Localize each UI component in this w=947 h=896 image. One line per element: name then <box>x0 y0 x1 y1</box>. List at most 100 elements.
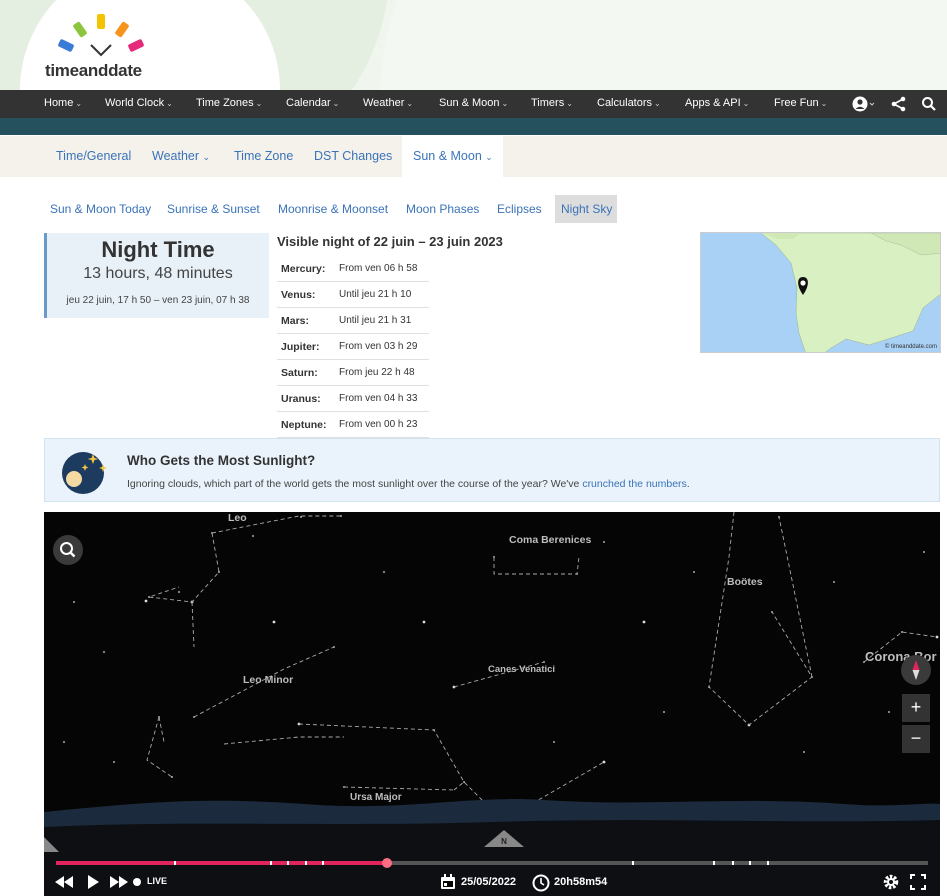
planet-row: Uranus: From ven 04 h 33 <box>277 386 429 412</box>
chevron-down-icon: ⌄ <box>166 99 173 108</box>
location-map[interactable]: © timeanddate.com <box>700 232 941 353</box>
compass-label: N <box>501 837 507 846</box>
tab-moon-phases[interactable]: Moon Phases <box>406 202 479 216</box>
live-dot-icon <box>133 878 141 886</box>
promo-text: Ignoring clouds, which part of the world… <box>127 478 690 490</box>
constellation-bootes: Boötes <box>727 576 763 588</box>
star <box>144 599 148 603</box>
chevron-down-icon: ⌄ <box>654 99 661 108</box>
subnav-weather[interactable]: Weather ⌄ <box>152 149 210 163</box>
compass-button[interactable] <box>901 655 931 685</box>
planet-visibility: From ven 06 h 58 <box>339 263 418 274</box>
star <box>935 635 939 639</box>
tab-sun-moon-today[interactable]: Sun & Moon Today <box>50 202 151 216</box>
timeline-tick <box>631 861 634 865</box>
chevron-down-icon: ⌄ <box>255 99 263 108</box>
settings-gear-icon[interactable] <box>882 873 900 891</box>
globe-stars-icon <box>62 452 107 494</box>
planet-name: Neptune: <box>281 419 327 431</box>
star <box>693 571 695 573</box>
fullscreen-icon[interactable] <box>910 874 926 890</box>
time-display[interactable]: 20h58m54 <box>554 876 607 888</box>
planet-name: Uranus: <box>281 393 321 405</box>
planet-name: Jupiter: <box>281 341 320 353</box>
planet-row: Mars: Until jeu 21 h 31 <box>277 308 429 334</box>
night-time-box: Night Time 13 hours, 48 minutes jeu 22 j… <box>44 233 269 318</box>
star <box>383 571 385 573</box>
promo-title: Who Gets the Most Sunlight? <box>127 453 316 468</box>
nav-apps-api[interactable]: Apps & API ⌄ <box>685 97 749 109</box>
planet-name: Saturn: <box>281 367 318 379</box>
clock-icon[interactable] <box>532 874 550 892</box>
promo-link[interactable]: crunched the numbers <box>582 478 686 490</box>
star <box>642 620 646 624</box>
nav-free-fun[interactable]: Free Fun ⌄ <box>774 97 827 109</box>
chevron-down-icon: ⌄ <box>566 99 573 108</box>
star <box>923 551 925 553</box>
tab-sunrise-sunset[interactable]: Sunrise & Sunset <box>167 202 260 216</box>
timeline-tick <box>749 861 752 865</box>
subnav-time-zone[interactable]: Time Zone <box>234 149 293 163</box>
sky-search-button[interactable] <box>53 535 83 565</box>
nav-timers[interactable]: Timers ⌄ <box>531 97 573 109</box>
star <box>218 571 220 573</box>
nav-weather[interactable]: Weather ⌄ <box>363 97 413 109</box>
star <box>833 581 835 583</box>
logo-text[interactable]: timeanddate <box>45 61 142 81</box>
star <box>113 761 115 763</box>
subnav-dst-changes[interactable]: DST Changes <box>314 149 392 163</box>
share-icon[interactable] <box>891 96 907 112</box>
planet-visibility: From jeu 22 h 48 <box>339 367 415 378</box>
calendar-icon[interactable] <box>440 874 456 890</box>
timeline-tick <box>269 861 272 865</box>
night-sky-viewer[interactable]: N Leo Coma Berenices Boötes Corona Bor C… <box>44 512 940 896</box>
header-hero: timeanddate <box>0 0 947 90</box>
chevron-down-icon: ⌄ <box>202 152 211 162</box>
star <box>888 711 890 713</box>
star <box>63 741 65 743</box>
timeline-tick <box>173 861 176 865</box>
zoom-out-button[interactable]: − <box>902 725 930 753</box>
planet-visibility: Until jeu 21 h 10 <box>339 289 412 300</box>
night-range: jeu 22 juin, 17 h 50 – ven 23 juin, 07 h… <box>66 295 250 306</box>
fast-forward-icon[interactable] <box>109 875 129 889</box>
nav-home[interactable]: Home ⌄ <box>44 97 82 109</box>
nav-world-clock[interactable]: World Clock ⌄ <box>105 97 173 109</box>
subnav-time-general[interactable]: Time/General <box>56 149 131 163</box>
star <box>103 651 105 653</box>
account-icon[interactable] <box>852 96 876 112</box>
constellation-coma-berenices: Coma Berenices <box>509 534 592 546</box>
subnav-sun-moon[interactable]: Sun & Moon ⌄ <box>413 149 493 163</box>
timeline-tick <box>321 861 324 865</box>
search-icon <box>60 542 76 558</box>
rewind-icon[interactable] <box>54 875 74 889</box>
nav-sun-moon[interactable]: Sun & Moon ⌄ <box>439 97 508 109</box>
visible-title: Visible night of 22 juin – 23 juin 2023 <box>277 234 503 249</box>
star <box>553 741 555 743</box>
play-icon[interactable] <box>86 875 100 889</box>
constellation-leo-minor: Leo Minor <box>243 674 294 686</box>
tab-eclipses[interactable]: Eclipses <box>497 202 542 216</box>
search-icon[interactable] <box>921 96 937 112</box>
star <box>422 620 426 624</box>
zoom-in-button[interactable]: + <box>902 694 930 722</box>
chevron-down-icon: ⌄ <box>742 99 750 108</box>
planet-name: Mars: <box>281 315 310 327</box>
nav-band <box>0 118 947 135</box>
planet-row: Jupiter: From ven 03 h 29 <box>277 334 429 360</box>
timeline-tick <box>287 861 290 865</box>
constellation-ursa-major: Ursa Major <box>350 792 402 803</box>
chevron-down-icon: ⌄ <box>485 152 493 162</box>
nav-calendar[interactable]: Calendar ⌄ <box>286 97 339 109</box>
star <box>272 620 276 624</box>
tab-night-sky[interactable]: Night Sky <box>561 202 612 216</box>
nav-calculators[interactable]: Calculators ⌄ <box>597 97 661 109</box>
nav-time-zones[interactable]: Time Zones ⌄ <box>196 97 262 109</box>
constellation-leo: Leo <box>228 512 247 524</box>
tab-moonrise-moonset[interactable]: Moonrise & Moonset <box>278 202 388 216</box>
map-credit: © timeanddate.com <box>884 344 937 350</box>
live-label[interactable]: LIVE <box>147 876 167 886</box>
date-display[interactable]: 25/05/2022 <box>461 876 516 888</box>
compass-needle-icon <box>912 660 920 680</box>
star <box>803 751 805 753</box>
